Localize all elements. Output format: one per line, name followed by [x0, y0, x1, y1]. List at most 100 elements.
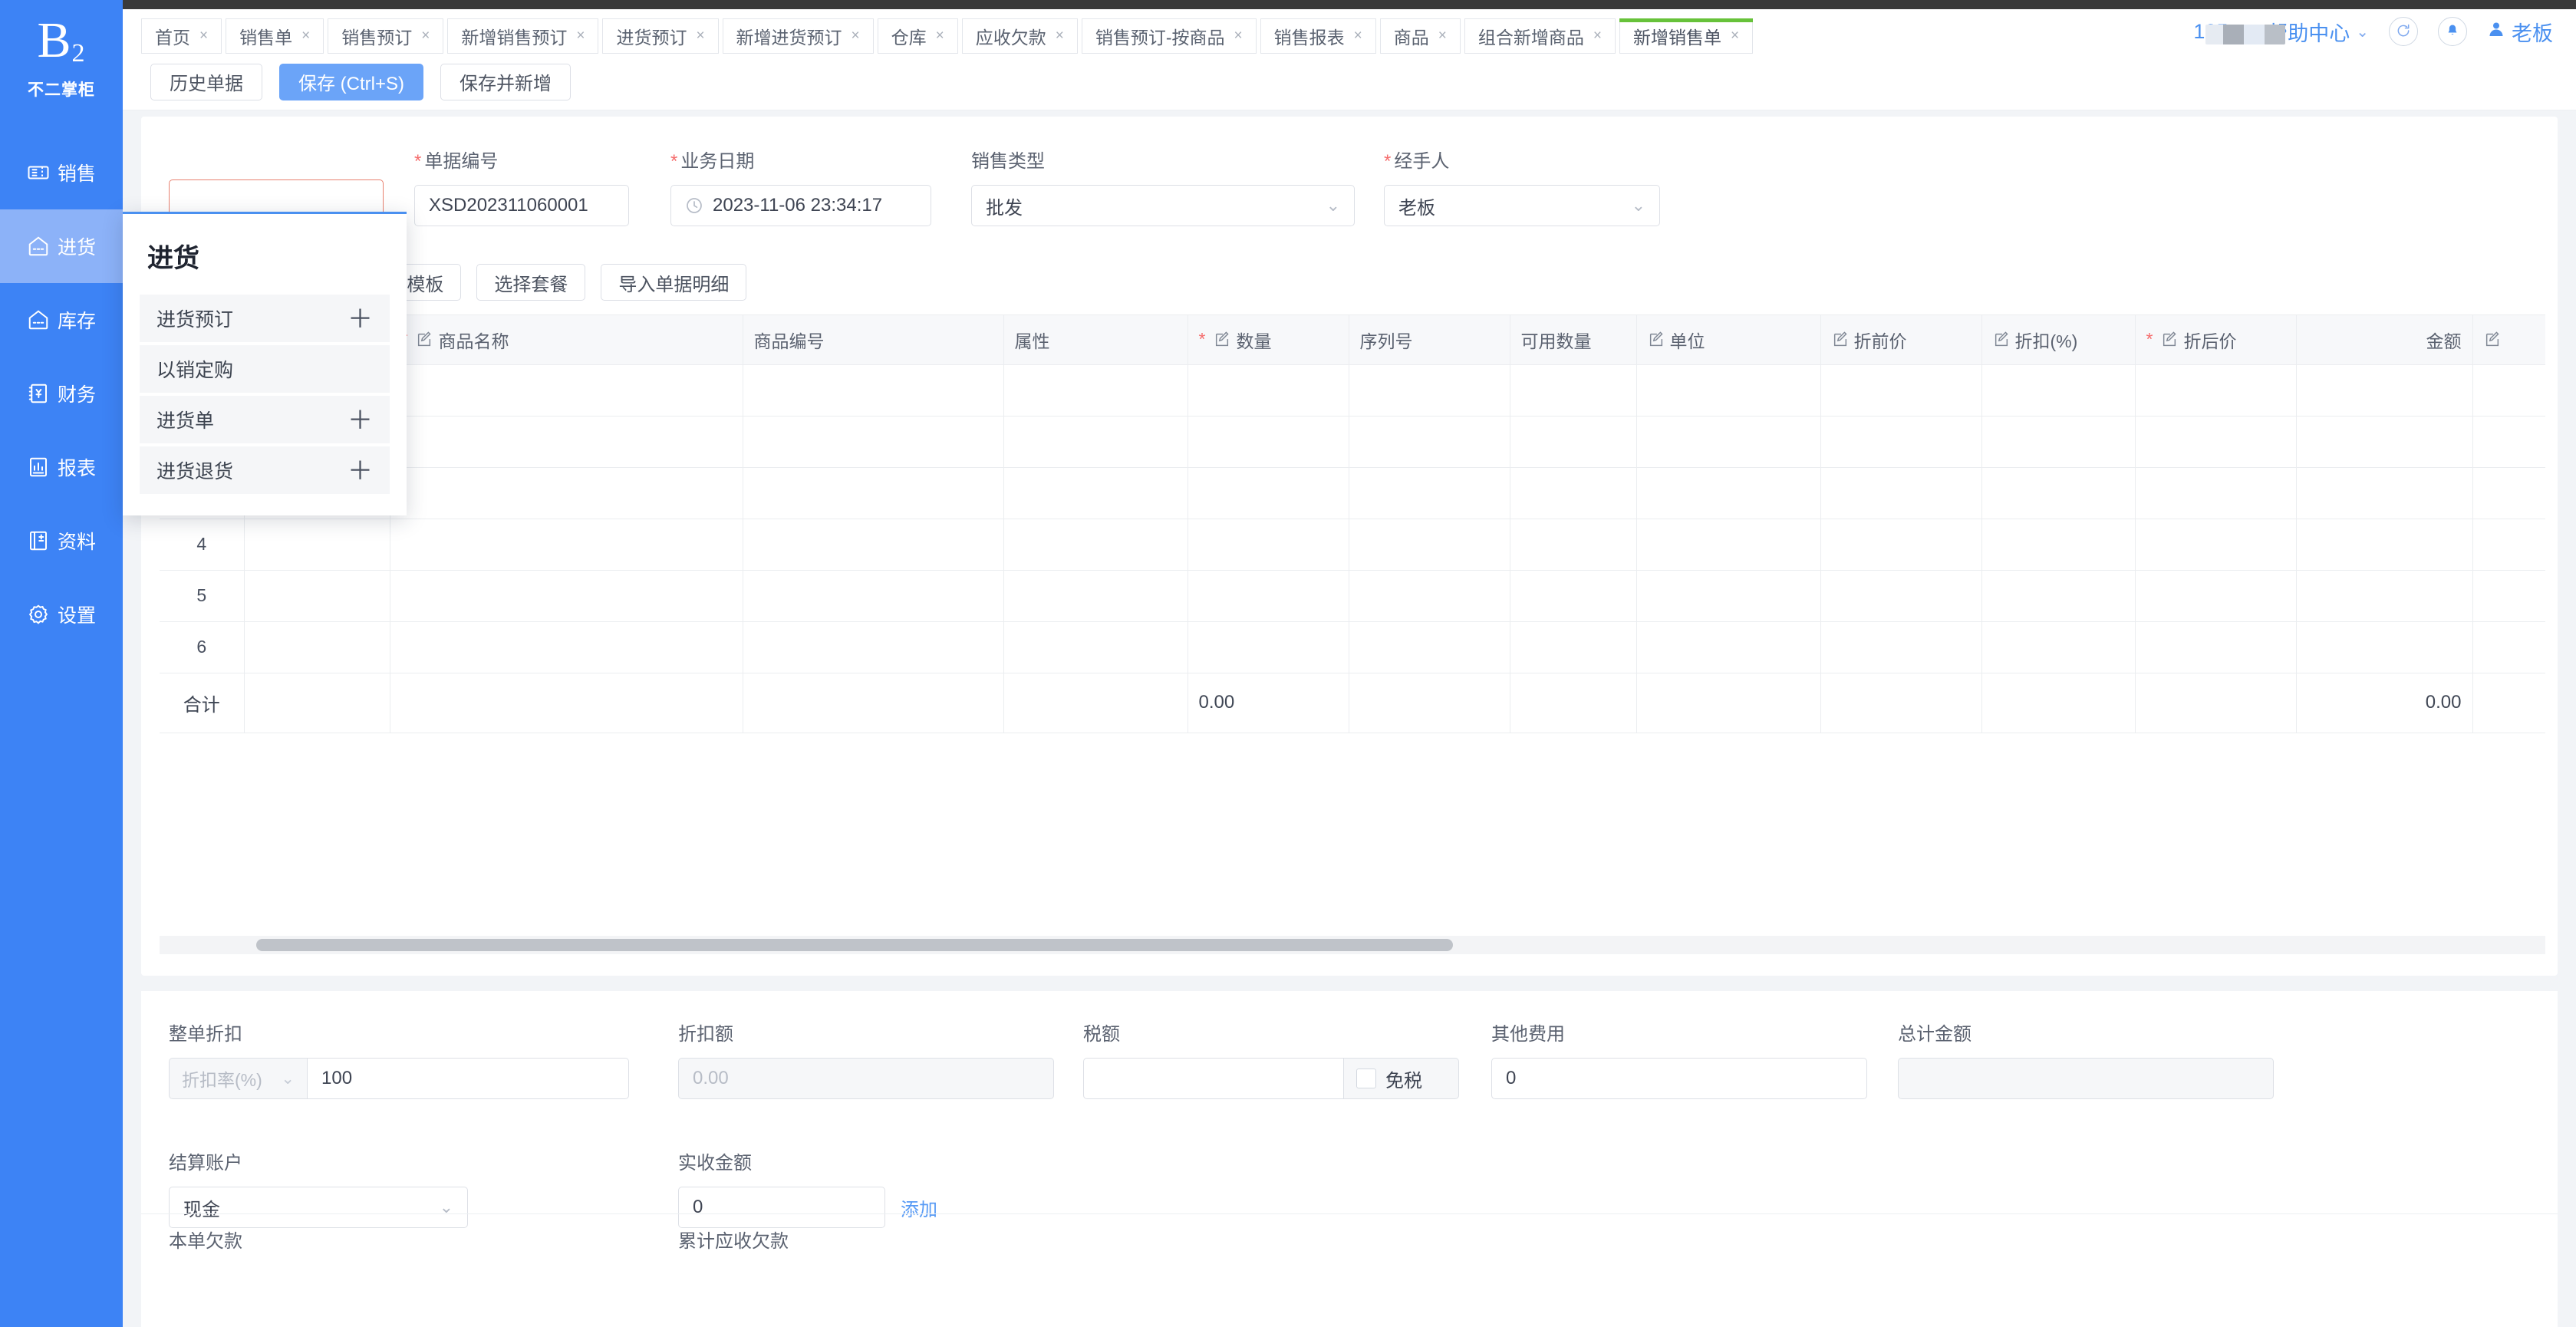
cell-price-before[interactable]	[1820, 570, 1982, 622]
biz-date-input[interactable]: 2023-11-06 23:34:17	[670, 185, 931, 226]
tab-new-sales-booking[interactable]: 新增销售预订 ×	[447, 18, 599, 54]
menu-item-purchase-order[interactable]: 进货单 ＋	[140, 396, 390, 443]
close-icon[interactable]: ×	[852, 28, 860, 44]
cell-settings[interactable]	[2472, 519, 2545, 571]
cell-discount[interactable]	[1981, 519, 2136, 571]
cell-unit[interactable]	[1636, 364, 1821, 417]
cell-serial-no[interactable]	[1349, 621, 1510, 673]
table-row[interactable]: 3	[160, 467, 2545, 519]
save-and-new-button[interactable]: 保存并新增	[440, 63, 571, 100]
tab-sales-report[interactable]: 销售报表 ×	[1260, 18, 1376, 54]
cell-price-before[interactable]	[1820, 364, 1982, 417]
cell-product-name[interactable]	[390, 416, 743, 468]
table-row[interactable]: 2	[160, 416, 2545, 468]
select-combo-button[interactable]: 选择套餐	[476, 264, 586, 301]
cell-price-after[interactable]	[2135, 416, 2297, 468]
refresh-button[interactable]	[2389, 17, 2418, 46]
handler-select[interactable]: 老板 ⌄	[1384, 185, 1660, 226]
cell-serial-no[interactable]	[1349, 364, 1510, 417]
close-icon[interactable]: ×	[1234, 28, 1243, 44]
cell-quantity[interactable]	[1188, 519, 1349, 571]
tab-home[interactable]: 首页 ×	[141, 18, 222, 54]
tab-products[interactable]: 商品 ×	[1379, 18, 1461, 54]
cell-quantity[interactable]	[1188, 570, 1349, 622]
cell-product-name[interactable]	[390, 519, 743, 571]
user-menu[interactable]: 老板	[2487, 17, 2553, 47]
tab-purchase-booking[interactable]: 进货预订 ×	[602, 18, 719, 54]
cell-unit[interactable]	[1636, 621, 1821, 673]
sidebar-item-sales[interactable]: 销售	[0, 136, 123, 209]
cell-attribute[interactable]	[1003, 416, 1188, 468]
table-row[interactable]: 4	[160, 519, 2545, 571]
col-price-after-discount[interactable]: * 折后价	[2135, 315, 2297, 365]
cell-unit[interactable]	[1636, 519, 1821, 571]
cell-quantity[interactable]	[1188, 467, 1349, 519]
cell-attribute[interactable]	[1003, 570, 1188, 622]
close-icon[interactable]: ×	[1731, 28, 1739, 44]
cell-attribute[interactable]	[1003, 519, 1188, 571]
account-phone-selector[interactable]: 185 ⌄	[2193, 20, 2286, 44]
settle-account-select[interactable]: 现金 ⌄	[169, 1187, 468, 1228]
menu-item-purchase-booking[interactable]: 进货预订 ＋	[140, 295, 390, 342]
cell-product-name[interactable]	[390, 364, 743, 417]
cell-price-after[interactable]	[2135, 467, 2297, 519]
cell-settings[interactable]	[2472, 621, 2545, 673]
sidebar-item-settings[interactable]: 设置	[0, 578, 123, 651]
menu-item-sell-to-order[interactable]: 以销定购	[140, 345, 390, 393]
cell-amount[interactable]	[2296, 416, 2473, 468]
cell-ops[interactable]	[244, 621, 390, 673]
cell-product-code[interactable]	[743, 519, 1004, 571]
cell-discount[interactable]	[1981, 570, 2136, 622]
plus-icon[interactable]: ＋	[348, 306, 373, 331]
other-fee-input[interactable]: 0	[1491, 1058, 1867, 1099]
received-amount-input[interactable]: 0	[678, 1187, 885, 1228]
discount-mode-select[interactable]: 折扣率(%) ⌄	[169, 1058, 307, 1099]
tab-warehouse[interactable]: 仓库 ×	[877, 18, 958, 54]
cell-unit[interactable]	[1636, 416, 1821, 468]
cell-amount[interactable]	[2296, 519, 2473, 571]
cell-available-qty[interactable]	[1510, 364, 1637, 417]
cell-price-after[interactable]	[2135, 570, 2297, 622]
cell-discount[interactable]	[1981, 467, 2136, 519]
cell-discount[interactable]	[1981, 416, 2136, 468]
add-payment-link[interactable]: 添加	[901, 1194, 937, 1221]
cell-available-qty[interactable]	[1510, 416, 1637, 468]
close-icon[interactable]: ×	[576, 28, 585, 44]
close-icon[interactable]: ×	[936, 28, 944, 44]
cell-available-qty[interactable]	[1510, 519, 1637, 571]
cell-settings[interactable]	[2472, 416, 2545, 468]
plus-icon[interactable]: ＋	[348, 458, 373, 483]
tab-sales-booking[interactable]: 销售预订 ×	[328, 18, 444, 54]
col-settings[interactable]	[2472, 315, 2545, 365]
cell-available-qty[interactable]	[1510, 570, 1637, 622]
close-icon[interactable]: ×	[1593, 28, 1602, 44]
cell-unit[interactable]	[1636, 570, 1821, 622]
cell-product-code[interactable]	[743, 467, 1004, 519]
cell-discount[interactable]	[1981, 364, 2136, 417]
cell-amount[interactable]	[2296, 570, 2473, 622]
col-price-before-discount[interactable]: 折前价	[1820, 315, 1982, 365]
checkbox-icon[interactable]	[1356, 1069, 1376, 1088]
table-row[interactable]: 1	[160, 364, 2545, 417]
table-row[interactable]: 6	[160, 621, 2545, 673]
cell-unit[interactable]	[1636, 467, 1821, 519]
doc-no-input[interactable]: XSD202311060001	[414, 185, 629, 226]
col-quantity[interactable]: * 数量	[1188, 315, 1349, 365]
cell-quantity[interactable]	[1188, 364, 1349, 417]
col-amount[interactable]: 金额	[2296, 315, 2473, 365]
cell-amount[interactable]	[2296, 364, 2473, 417]
import-detail-button[interactable]: 导入单据明细	[601, 264, 747, 301]
close-icon[interactable]: ×	[1056, 28, 1064, 44]
tab-new-sales-order[interactable]: 新增销售单 ×	[1619, 18, 1754, 54]
cell-settings[interactable]	[2472, 364, 2545, 417]
sidebar-item-purchase[interactable]: 进货	[0, 209, 123, 283]
cell-serial-no[interactable]	[1349, 416, 1510, 468]
menu-item-purchase-return[interactable]: 进货退货 ＋	[140, 446, 390, 494]
horizontal-scrollbar-thumb[interactable]	[256, 939, 1453, 951]
tax-free-toggle[interactable]: 免税	[1344, 1058, 1459, 1099]
close-icon[interactable]: ×	[1354, 28, 1362, 44]
history-documents-button[interactable]: 历史单据	[150, 63, 262, 100]
whole-discount-input[interactable]: 100	[307, 1058, 629, 1099]
cell-ops[interactable]	[244, 570, 390, 622]
cell-price-before[interactable]	[1820, 467, 1982, 519]
